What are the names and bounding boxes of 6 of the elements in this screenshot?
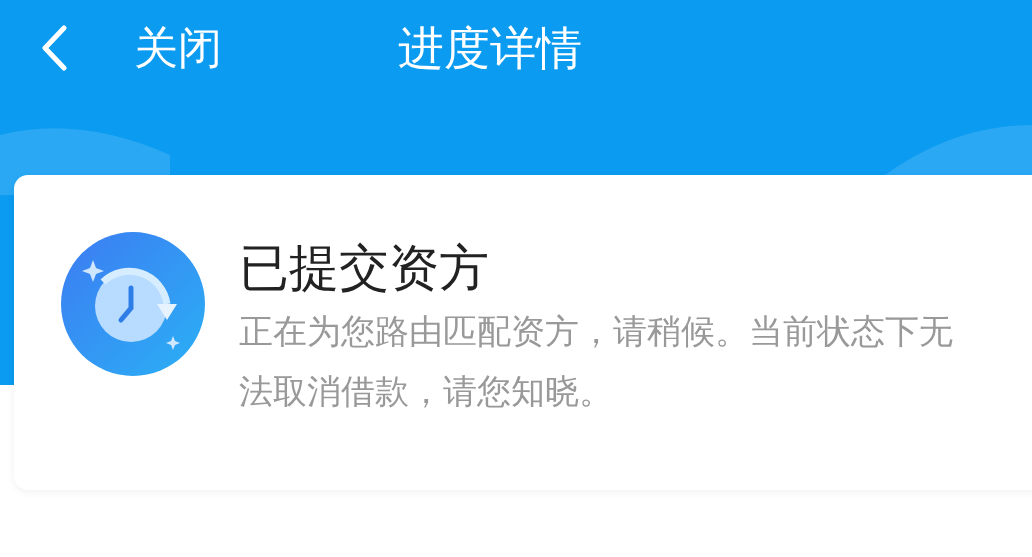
clock-icon: [61, 232, 205, 376]
back-icon: [40, 24, 68, 71]
status-description: 正在为您路由匹配资方，请稍候。当前状态下无法取消借款，请您知晓。: [239, 310, 954, 413]
status-title: 已提交资方: [239, 238, 490, 299]
close-button[interactable]: 关闭: [134, 25, 222, 70]
page-title: 进度详情: [398, 24, 582, 71]
